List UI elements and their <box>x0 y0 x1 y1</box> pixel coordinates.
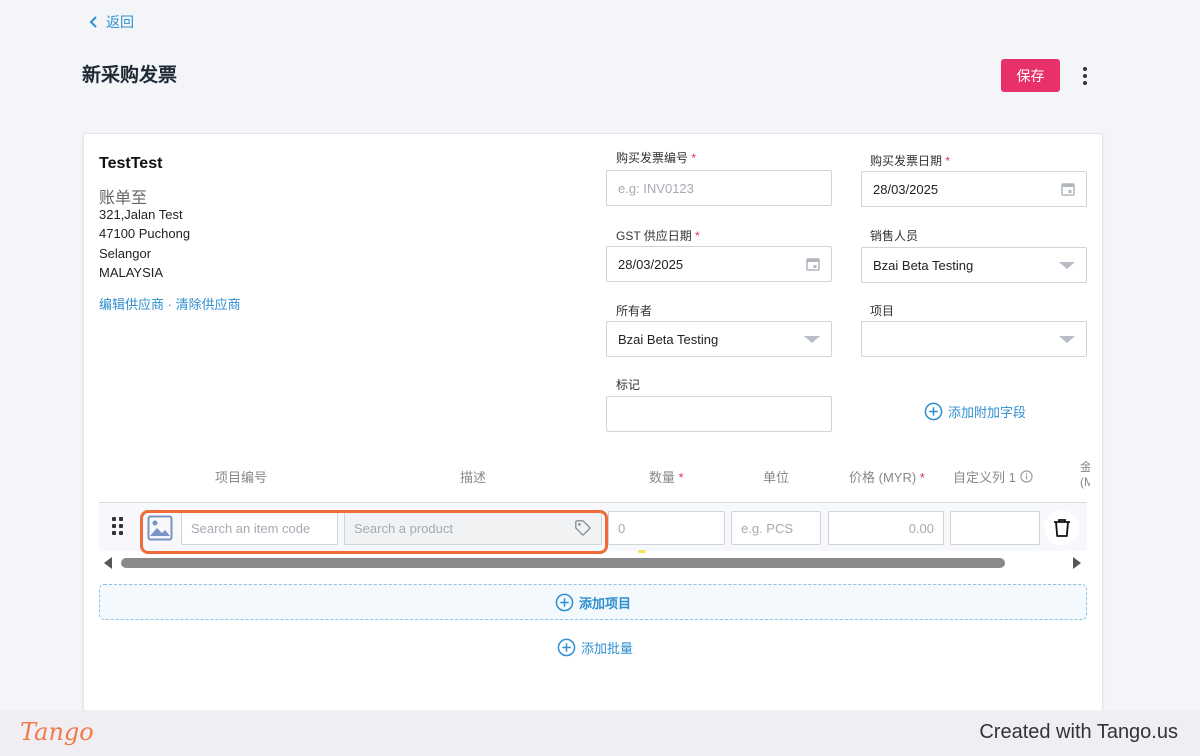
footer: Tango Created with Tango.us <box>0 710 1200 756</box>
price-input[interactable]: 0.00 <box>828 511 944 545</box>
chevron-down-icon <box>1059 261 1075 269</box>
owner-label: 所有者 <box>616 304 653 318</box>
horizontal-scrollbar[interactable] <box>121 558 1005 568</box>
owner-select[interactable]: Bzai Beta Testing <box>606 321 832 357</box>
col-quantity: 数量 * <box>649 470 684 485</box>
project-label: 项目 <box>870 304 895 318</box>
delete-row-button[interactable] <box>1044 510 1079 545</box>
invoice-no-label: 购买发票编号 * <box>616 151 697 165</box>
plus-circle-icon <box>924 402 943 421</box>
address-line: 47100 Puchong <box>99 226 191 241</box>
invoice-date-input[interactable]: 28/03/2025 <box>861 171 1087 207</box>
gst-date-input[interactable]: 28/03/2025 <box>606 246 832 282</box>
tag-label: 标记 <box>616 378 641 392</box>
footer-credit: Created with Tango.us <box>979 721 1178 743</box>
invoice-no-input[interactable]: e.g: INV0123 <box>606 170 832 206</box>
scroll-left-arrow[interactable] <box>104 557 112 569</box>
back-link[interactable]: 返回 <box>88 12 134 32</box>
scroll-right-arrow[interactable] <box>1073 557 1081 569</box>
col-description: 描述 <box>460 470 487 485</box>
address-line: 321,Jalan Test <box>99 207 183 222</box>
salesperson-label: 销售人员 <box>870 229 919 243</box>
supplier-name: TestTest <box>99 155 163 172</box>
custom1-input[interactable] <box>950 511 1040 545</box>
invoice-card: TestTest 账单至 321,Jalan Test 47100 Puchon… <box>83 133 1103 733</box>
bill-to-label: 账单至 <box>99 190 148 207</box>
clear-supplier-link[interactable]: 清除供应商 <box>176 297 241 312</box>
address-line: Selangor <box>99 246 152 261</box>
tag-icon[interactable] <box>574 519 592 537</box>
add-item-button[interactable]: 添加项目 <box>99 584 1087 620</box>
more-options-icon[interactable] <box>1076 64 1094 88</box>
col-custom1: 自定义列 1 <box>953 467 1033 486</box>
link-separator: · <box>164 297 176 312</box>
chevron-down-icon <box>804 335 820 343</box>
page-title: 新采购发票 <box>82 65 178 86</box>
back-label: 返回 <box>106 14 134 30</box>
quantity-input[interactable]: 0 <box>608 511 725 545</box>
chevron-down-icon <box>1059 335 1075 343</box>
col-item-code: 项目编号 <box>215 470 268 485</box>
item-code-search-input[interactable]: Search an item code <box>181 511 338 545</box>
unit-input[interactable]: e.g. PCS <box>731 511 821 545</box>
edit-supplier-link[interactable]: 编辑供应商 <box>99 297 164 312</box>
calendar-icon <box>1061 183 1075 196</box>
col-amount: 金 (M <box>1080 460 1090 489</box>
col-price: 价格 (MYR) * <box>849 470 925 485</box>
drag-handle-icon[interactable] <box>112 517 124 535</box>
add-field-button[interactable]: 添加附加字段 <box>924 402 1026 421</box>
cursor-marker <box>638 550 646 553</box>
supplier-links: 编辑供应商 · 清除供应商 <box>99 294 241 313</box>
gst-date-label: GST 供应日期 * <box>616 229 700 243</box>
calendar-icon <box>806 258 820 271</box>
salesperson-select[interactable]: Bzai Beta Testing <box>861 247 1087 283</box>
address-line: MALAYSIA <box>99 265 164 280</box>
plus-circle-icon <box>555 593 574 611</box>
info-icon[interactable] <box>1020 470 1033 483</box>
chevron-left-icon <box>89 16 97 28</box>
plus-circle-icon <box>557 638 576 657</box>
product-search-input[interactable]: Search a product <box>344 511 602 545</box>
project-select[interactable] <box>861 321 1087 357</box>
invoice-date-label: 购买发票日期 * <box>870 154 951 168</box>
tango-logo: Tango <box>20 718 94 746</box>
image-icon[interactable] <box>147 515 173 541</box>
save-button[interactable]: 保存 <box>1001 59 1060 92</box>
col-unit: 单位 <box>763 470 790 485</box>
tag-input[interactable] <box>606 396 832 432</box>
add-batch-button[interactable]: 添加批量 <box>557 638 633 657</box>
trash-icon <box>1053 518 1070 537</box>
